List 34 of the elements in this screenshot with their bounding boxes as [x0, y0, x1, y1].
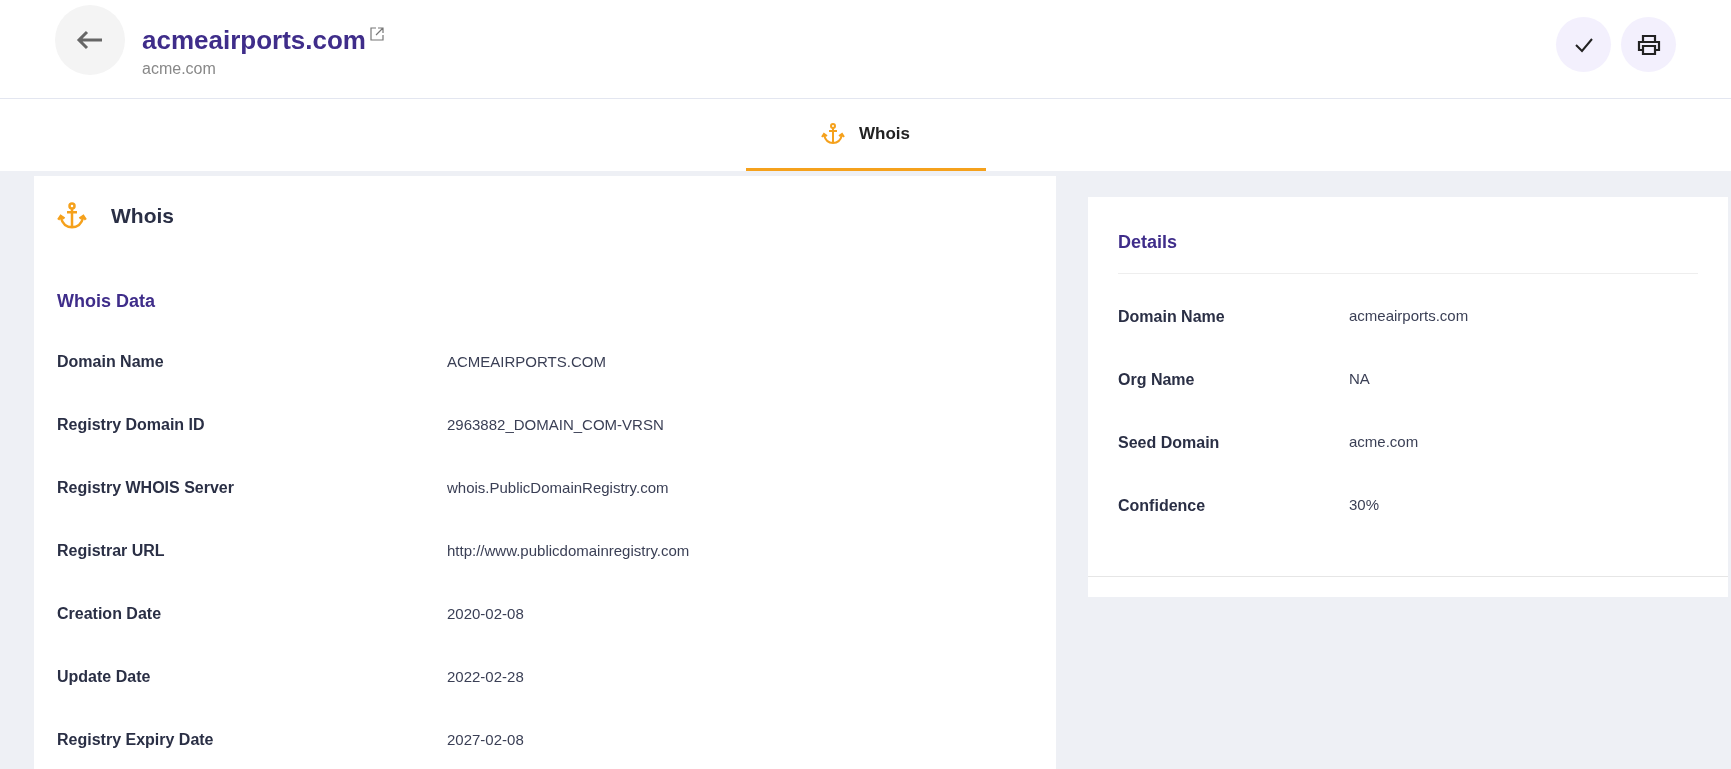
field-value: 30% [1349, 495, 1380, 516]
domain-title-link[interactable]: acmeairports.com [142, 25, 366, 55]
field-value: acmeairports.com [1349, 306, 1469, 327]
field-label: Domain Name [57, 352, 165, 372]
anchor-icon [57, 200, 87, 231]
field-label: Org Name [1118, 369, 1196, 390]
field-value: http://www.publicdomainregistry.com [447, 540, 690, 561]
field-label: Creation Date [57, 604, 163, 624]
back-arrow-icon [76, 30, 104, 50]
print-icon [1636, 33, 1661, 56]
field-label: Registry WHOIS Server [57, 478, 235, 498]
field-value: 2027-02-08 [447, 729, 524, 750]
whois-tab[interactable]: Whois [745, 99, 986, 171]
card-title: Details [1118, 229, 1698, 274]
field-label: Domain Name [1118, 306, 1226, 327]
field-label: Seed Domain [1118, 432, 1221, 453]
field-label: Confidence [1118, 495, 1207, 516]
section-title: Whois Data [57, 289, 156, 313]
field-value: 2022-02-28 [447, 666, 524, 687]
anchor-icon [821, 121, 845, 146]
external-link-icon[interactable] [370, 27, 384, 41]
field-value: ACMEAIRPORTS.COM [447, 351, 606, 372]
field-value: 2963882_DOMAIN_COM-VRSN [447, 414, 664, 435]
field-value: 2020-02-08 [447, 603, 524, 624]
seed-domain-text: acme.com [142, 59, 217, 79]
field-label: Registry Domain ID [57, 415, 206, 435]
field-value: whois.PublicDomainRegistry.com [447, 477, 669, 498]
field-value: NA [1349, 369, 1370, 390]
field-value: acme.com [1349, 432, 1419, 453]
field-label: Registrar URL [57, 541, 166, 561]
card-title: Whois [111, 203, 174, 229]
field-label: Registry Expiry Date [57, 730, 215, 750]
checkmark-icon [1573, 36, 1594, 53]
field-label: Update Date [57, 667, 152, 687]
